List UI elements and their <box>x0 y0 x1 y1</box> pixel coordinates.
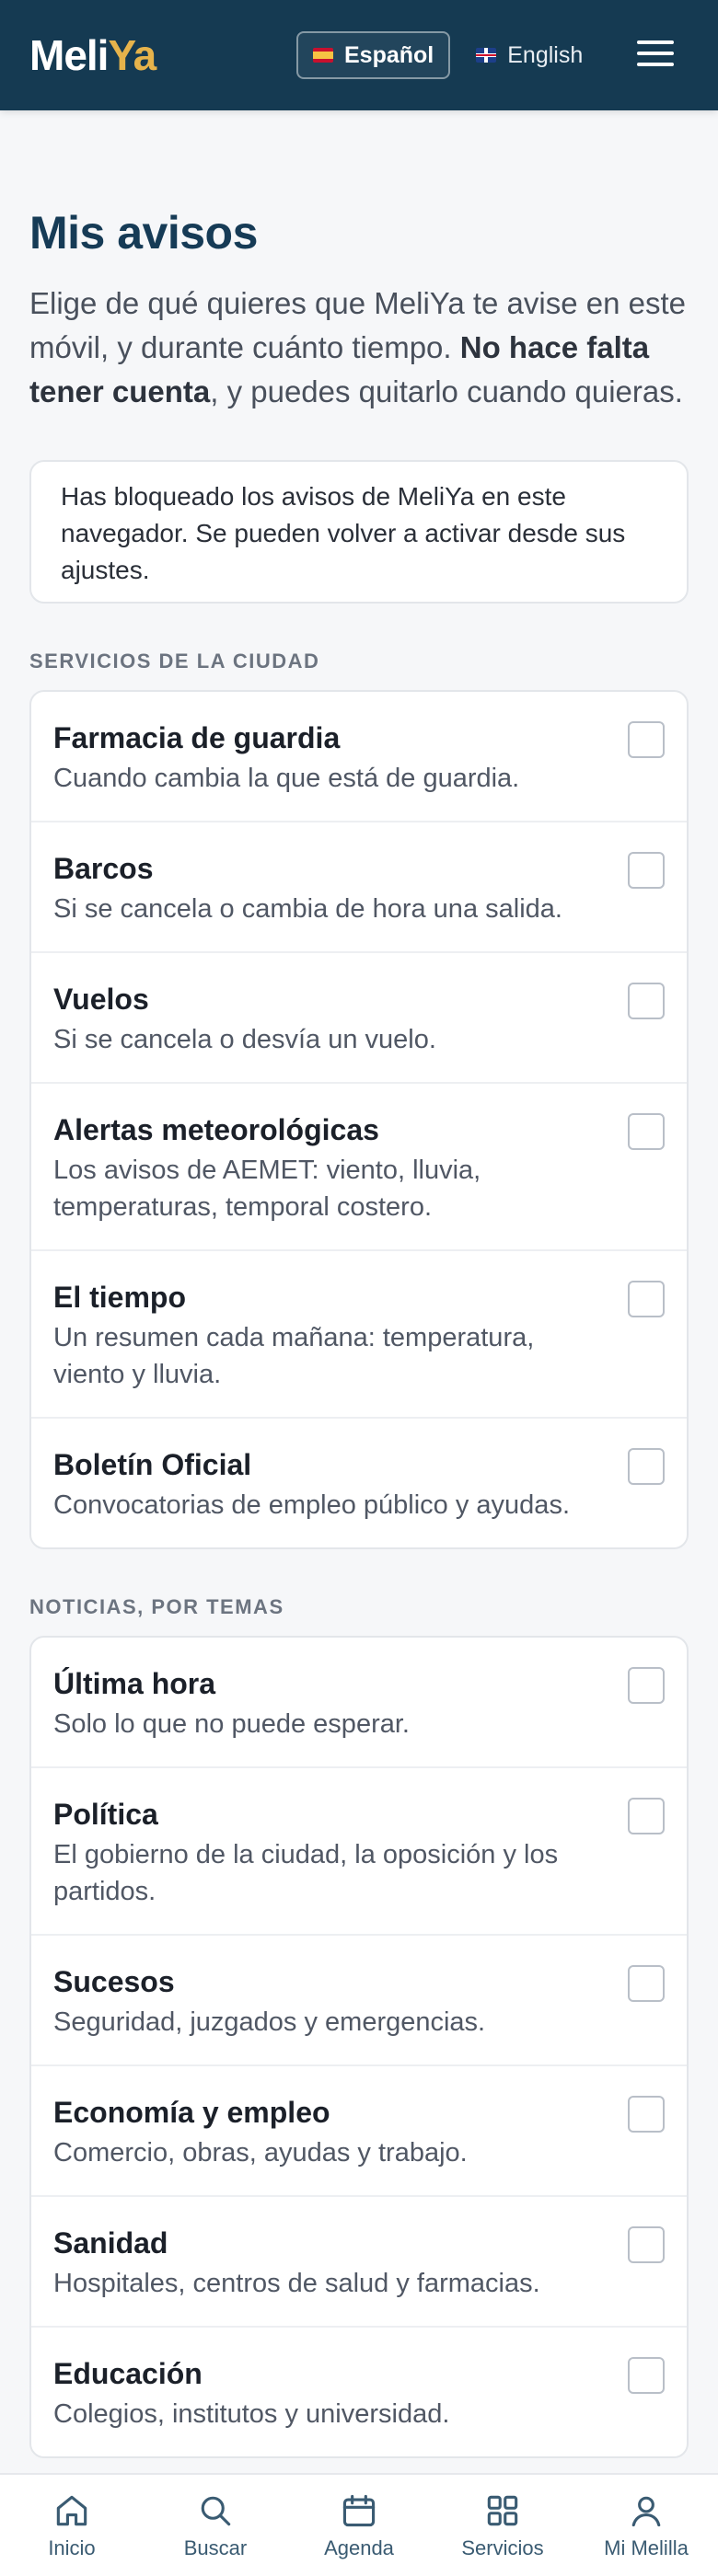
option-title: Sucesos <box>53 1965 175 1998</box>
option-checkbox[interactable] <box>628 2357 665 2394</box>
option-description: El gobierno de la ciudad, la oposición y… <box>53 1840 559 1906</box>
nav-label: Servicios <box>461 2536 544 2559</box>
section-title: Servicios de la ciudad <box>29 650 320 673</box>
option-title: Alertas meteorológicas <box>53 1113 379 1146</box>
language-button-es[interactable]: Español <box>296 31 451 79</box>
home-icon <box>56 2495 87 2526</box>
option-checkbox[interactable] <box>628 852 665 889</box>
option-checkbox[interactable] <box>628 1667 665 1704</box>
main-content: Mis avisos Elige de qué quieres que Meli… <box>0 110 718 2458</box>
notification-option[interactable]: Educación Colegios, institutos y universi… <box>31 2328 687 2456</box>
option-checkbox[interactable] <box>628 721 665 758</box>
hamburger-menu-icon[interactable] <box>637 37 674 70</box>
logo-main: Meli <box>29 31 109 79</box>
option-description: Solo lo que no puede esperar. <box>53 1709 410 1739</box>
notification-option[interactable]: Alertas meteorológicas Los avisos de AEME… <box>31 1084 687 1251</box>
grid-icon <box>487 2495 518 2526</box>
logo-accent: Ya <box>108 31 156 79</box>
option-description: Hospitales, centros de salud y farmacias… <box>53 2269 540 2298</box>
language-switcher: Español English <box>296 31 597 79</box>
notification-option[interactable]: Sanidad Hospitales, centros de salud y fa… <box>31 2197 687 2328</box>
option-title: El tiempo <box>53 1281 187 1314</box>
option-checkbox[interactable] <box>628 1281 665 1317</box>
notification-sections: Servicios de la ciudad Farmacia de guardi… <box>29 650 689 2458</box>
option-title: Barcos <box>53 852 154 885</box>
app-header: MeliYa Español English <box>0 0 718 110</box>
notification-option[interactable]: Política El gobierno de la ciudad, la opo… <box>31 1768 687 1936</box>
language-label-en: English <box>507 41 584 68</box>
option-description: Cuando cambia la que está de guardia. <box>53 764 520 793</box>
option-description: Seguridad, juzgados y emergencias. <box>53 2007 486 2037</box>
option-checkbox[interactable] <box>628 2096 665 2133</box>
notification-option[interactable]: Sucesos Seguridad, juzgados y emergencias… <box>31 1936 687 2066</box>
notification-option[interactable]: Boletín Oficial Convocatorias de empleo p… <box>31 1419 687 1547</box>
option-description: Colegios, institutos y universidad. <box>53 2399 450 2429</box>
option-title: Vuelos <box>53 983 149 1016</box>
search-icon <box>201 2496 231 2526</box>
option-checkbox[interactable] <box>628 983 665 1019</box>
option-description: Convocatorias de empleo público y ayudas… <box>53 1490 570 1520</box>
blocked-notice: Has bloqueado los avisos de MeliYa en es… <box>29 460 689 604</box>
section-title: Noticias, por temas <box>29 1595 284 1618</box>
nav-buscar[interactable]: Buscar <box>144 2475 287 2576</box>
nav-label: Mi Melilla <box>604 2536 689 2559</box>
logo[interactable]: MeliYa <box>29 30 156 80</box>
option-description: Los avisos de AEMET: viento, lluvia, tem… <box>53 1156 481 1222</box>
option-checkbox[interactable] <box>628 2226 665 2263</box>
option-checkbox[interactable] <box>628 1448 665 1485</box>
nav-servicios[interactable]: Servicios <box>431 2475 574 2576</box>
language-label-es: Español <box>344 41 434 68</box>
nav-mi-melilla[interactable]: Mi Melilla <box>574 2475 718 2576</box>
notification-option[interactable]: Última hora Solo lo que no puede esperar. <box>31 1638 687 1768</box>
language-button-en[interactable]: English <box>461 31 597 79</box>
nav-label: Agenda <box>324 2536 394 2559</box>
notification-option[interactable]: El tiempo Un resumen cada mañana: tempera… <box>31 1251 687 1419</box>
nav-label: Buscar <box>183 2536 248 2559</box>
option-title: Boletín Oficial <box>53 1448 252 1481</box>
notification-card: Farmacia de guardia Cuando cambia la que … <box>29 690 689 1549</box>
intro-text: Elige de qué quieres que MeliYa te avise… <box>29 286 687 408</box>
uk-flag-icon <box>476 48 497 63</box>
option-description: Un resumen cada mañana: temperatura, vie… <box>53 1323 535 1389</box>
option-checkbox[interactable] <box>628 1113 665 1150</box>
nav-inicio[interactable]: Inicio <box>0 2475 144 2576</box>
option-title: Economía y empleo <box>53 2096 330 2129</box>
page-title: Mis avisos <box>29 207 258 259</box>
notification-card: Última hora Solo lo que no puede esperar.… <box>29 1636 689 2458</box>
bottom-nav: Inicio Buscar Agenda Servicios Mi Melill… <box>0 2473 718 2576</box>
notification-option[interactable]: Farmacia de guardia Cuando cambia la que … <box>31 692 687 822</box>
option-checkbox[interactable] <box>628 1798 665 1834</box>
option-description: Si se cancela o cambia de hora una salid… <box>53 894 562 924</box>
option-title: Educación <box>53 2357 203 2390</box>
option-checkbox[interactable] <box>628 1965 665 2002</box>
calendar-icon <box>342 2494 376 2527</box>
option-title: Sanidad <box>53 2226 168 2260</box>
nav-agenda[interactable]: Agenda <box>287 2475 431 2576</box>
notification-option[interactable]: Economía y empleo Comercio, obras, ayudas… <box>31 2066 687 2197</box>
option-description: Comercio, obras, ayudas y trabajo. <box>53 2138 468 2168</box>
option-title: Farmacia de guardia <box>53 721 341 754</box>
user-icon <box>631 2496 661 2527</box>
option-description: Si se cancela o desvía un vuelo. <box>53 1025 436 1054</box>
option-title: Política <box>53 1798 158 1831</box>
option-title: Última hora <box>53 1667 216 1700</box>
nav-label: Inicio <box>48 2536 96 2559</box>
spain-flag-icon <box>313 48 333 63</box>
notification-option[interactable]: Barcos Si se cancela o cambia de hora una… <box>31 822 687 953</box>
notification-option[interactable]: Vuelos Si se cancela o desvía un vuelo. <box>31 953 687 1084</box>
